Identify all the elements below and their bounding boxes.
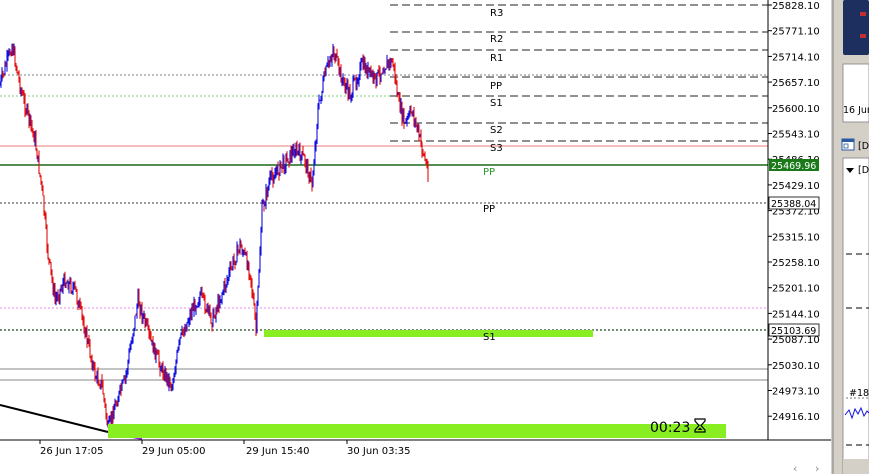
side-panel-header-widget[interactable] (843, 0, 869, 55)
bar-timer: 00:23 (650, 420, 690, 436)
support-zone-s1 (264, 330, 593, 337)
secondary-price: 25388.04 (771, 199, 816, 210)
label-r1: R1 (490, 53, 503, 64)
price-label: 25543.10 (772, 130, 820, 141)
current-price: 25469.96 (771, 161, 816, 172)
time-label-3: 29 Jun 15:40 (246, 446, 310, 457)
price-label: 25771.10 (772, 27, 820, 38)
price-label: 25258.10 (772, 258, 820, 269)
label-pp-green: PP (483, 167, 495, 178)
label-pp: PP (490, 81, 502, 92)
price-label: 24916.10 (772, 412, 820, 423)
price-label: 25144.10 (772, 309, 820, 320)
label-r3: R3 (490, 8, 503, 19)
price-label: 25201.10 (772, 284, 820, 295)
support-zone-bottom (108, 424, 726, 438)
price-label: 25714.10 (772, 52, 820, 63)
side-dropdown-label[interactable]: [D (858, 165, 869, 176)
price-label: 25315.10 (772, 232, 820, 243)
price-label: 25828.10 (772, 1, 820, 12)
label-s2: S2 (490, 125, 503, 136)
time-axis: 26 Jun 17:05 29 Jun 05:00 29 Jun 15:40 3… (39, 440, 411, 457)
label-r2: R2 (490, 34, 503, 45)
window-icon[interactable] (841, 138, 855, 151)
side-date-label: 16 Jun (843, 105, 869, 116)
label-s1: S1 (490, 98, 503, 109)
side-panel-window-label: [D (858, 141, 869, 152)
time-label-1: 26 Jun 17:05 (40, 446, 104, 457)
scroll-right-arrow[interactable]: › (815, 462, 819, 474)
label-pp-dotted: PP (483, 204, 495, 215)
chart-workspace[interactable]: R3 R2 R1 PP S1 S2 S3 PP PP S1 00:23 2582… (0, 0, 869, 474)
side-order-label: #18 (849, 388, 869, 399)
price-label: 25030.10 (772, 361, 820, 372)
price-label: 25429.10 (772, 181, 820, 192)
time-label-2: 29 Jun 05:00 (142, 446, 206, 457)
price-label: 24973.10 (772, 387, 820, 398)
label-s3: S3 (490, 143, 503, 154)
support-price: 25103.69 (771, 326, 816, 337)
scroll-left-arrow[interactable]: ‹ (793, 462, 797, 474)
time-label-4: 30 Jun 03:35 (347, 446, 411, 457)
mini-chart-2[interactable] (842, 157, 869, 474)
price-label: 25657.10 (772, 78, 820, 89)
scroll-strip[interactable] (0, 460, 831, 474)
label-s1-zone: S1 (483, 332, 496, 343)
price-label: 25600.10 (772, 104, 820, 115)
plot-area (0, 0, 768, 440)
price-scale[interactable] (768, 0, 831, 440)
